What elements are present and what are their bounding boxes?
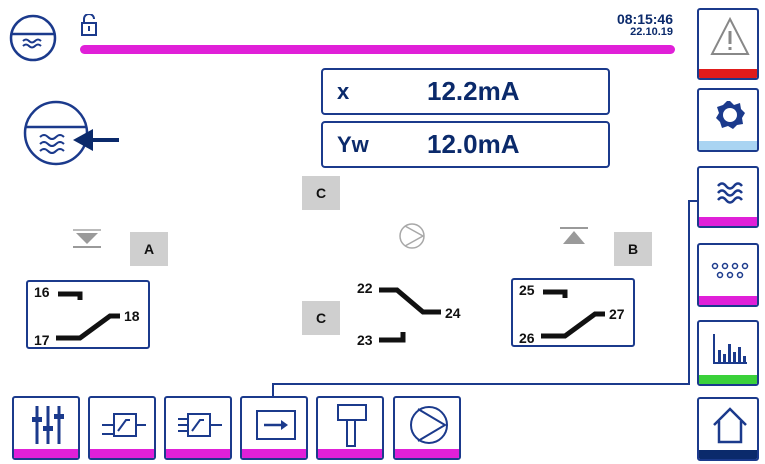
tag-c-top: C (302, 176, 340, 210)
pump-status-icon (398, 222, 426, 255)
sliders-icon (32, 406, 64, 444)
tag-a: A (130, 232, 168, 266)
terminal-25: 25 (519, 282, 535, 298)
adjust-button[interactable] (12, 396, 80, 460)
unlock-icon[interactable] (80, 13, 98, 41)
reading-yw-label: Yw (337, 131, 369, 157)
output-module-button[interactable] (164, 396, 232, 460)
low-level-symbol-icon (67, 227, 107, 256)
pump-icon (410, 406, 448, 444)
input-module-button[interactable] (88, 396, 156, 460)
clock-date: 22.10.19 (630, 26, 673, 38)
reading-x-label: x (337, 78, 350, 104)
reading-yw-value: 12.0mA (427, 129, 520, 159)
terminal-16: 16 (34, 284, 50, 300)
dots-icon (711, 262, 749, 279)
terminal-24: 24 (445, 305, 461, 321)
warning-icon (710, 16, 750, 55)
valve-icon (337, 404, 367, 447)
tag-b: B (614, 232, 652, 266)
gear-icon (716, 101, 745, 129)
terminal-22: 22 (357, 280, 373, 296)
tag-c-mid: C (302, 301, 340, 335)
arrow-in-box-icon (256, 410, 296, 440)
alarm-button[interactable] (697, 8, 759, 80)
terminal-17: 17 (34, 332, 50, 348)
menu-connector-horizontal (272, 383, 690, 385)
reading-x: x 12.2mA (321, 68, 610, 115)
clock-time: 08:15:46 (616, 11, 673, 27)
level-view-button[interactable] (697, 166, 759, 228)
clock: 08:15:46 22.10.19 (617, 12, 673, 38)
output-module-icon (178, 413, 222, 437)
status-progress-bar (80, 45, 675, 54)
relay-contact-middle: 22 24 23 (355, 278, 475, 350)
terminal-23: 23 (357, 332, 373, 348)
bar-chart-icon (713, 334, 747, 364)
terminal-18: 18 (124, 308, 140, 324)
valve-button[interactable] (316, 396, 384, 460)
home-button[interactable] (697, 397, 759, 461)
settings-button[interactable] (697, 88, 759, 152)
tank-level-icon (23, 100, 123, 175)
relay-contact-left: 16 18 17 (26, 280, 150, 349)
relay-contact-right: 25 27 26 (511, 278, 635, 347)
menu-connector-drop (272, 383, 274, 397)
input-module-icon (102, 413, 146, 437)
pump-button[interactable] (393, 396, 461, 460)
waves-icon (717, 182, 743, 204)
terminal-26: 26 (519, 330, 535, 346)
tank-status-icon[interactable] (9, 14, 57, 67)
reading-x-value: 12.2mA (427, 76, 520, 106)
menu-connector-vertical (688, 200, 690, 385)
inputs-view-button[interactable] (697, 243, 759, 307)
home-icon (713, 407, 747, 444)
statistics-button[interactable] (697, 320, 759, 386)
high-level-symbol-icon (554, 224, 594, 255)
terminal-27: 27 (609, 306, 625, 322)
reading-yw: Yw 12.0mA (321, 121, 610, 168)
signal-input-button[interactable] (240, 396, 308, 460)
